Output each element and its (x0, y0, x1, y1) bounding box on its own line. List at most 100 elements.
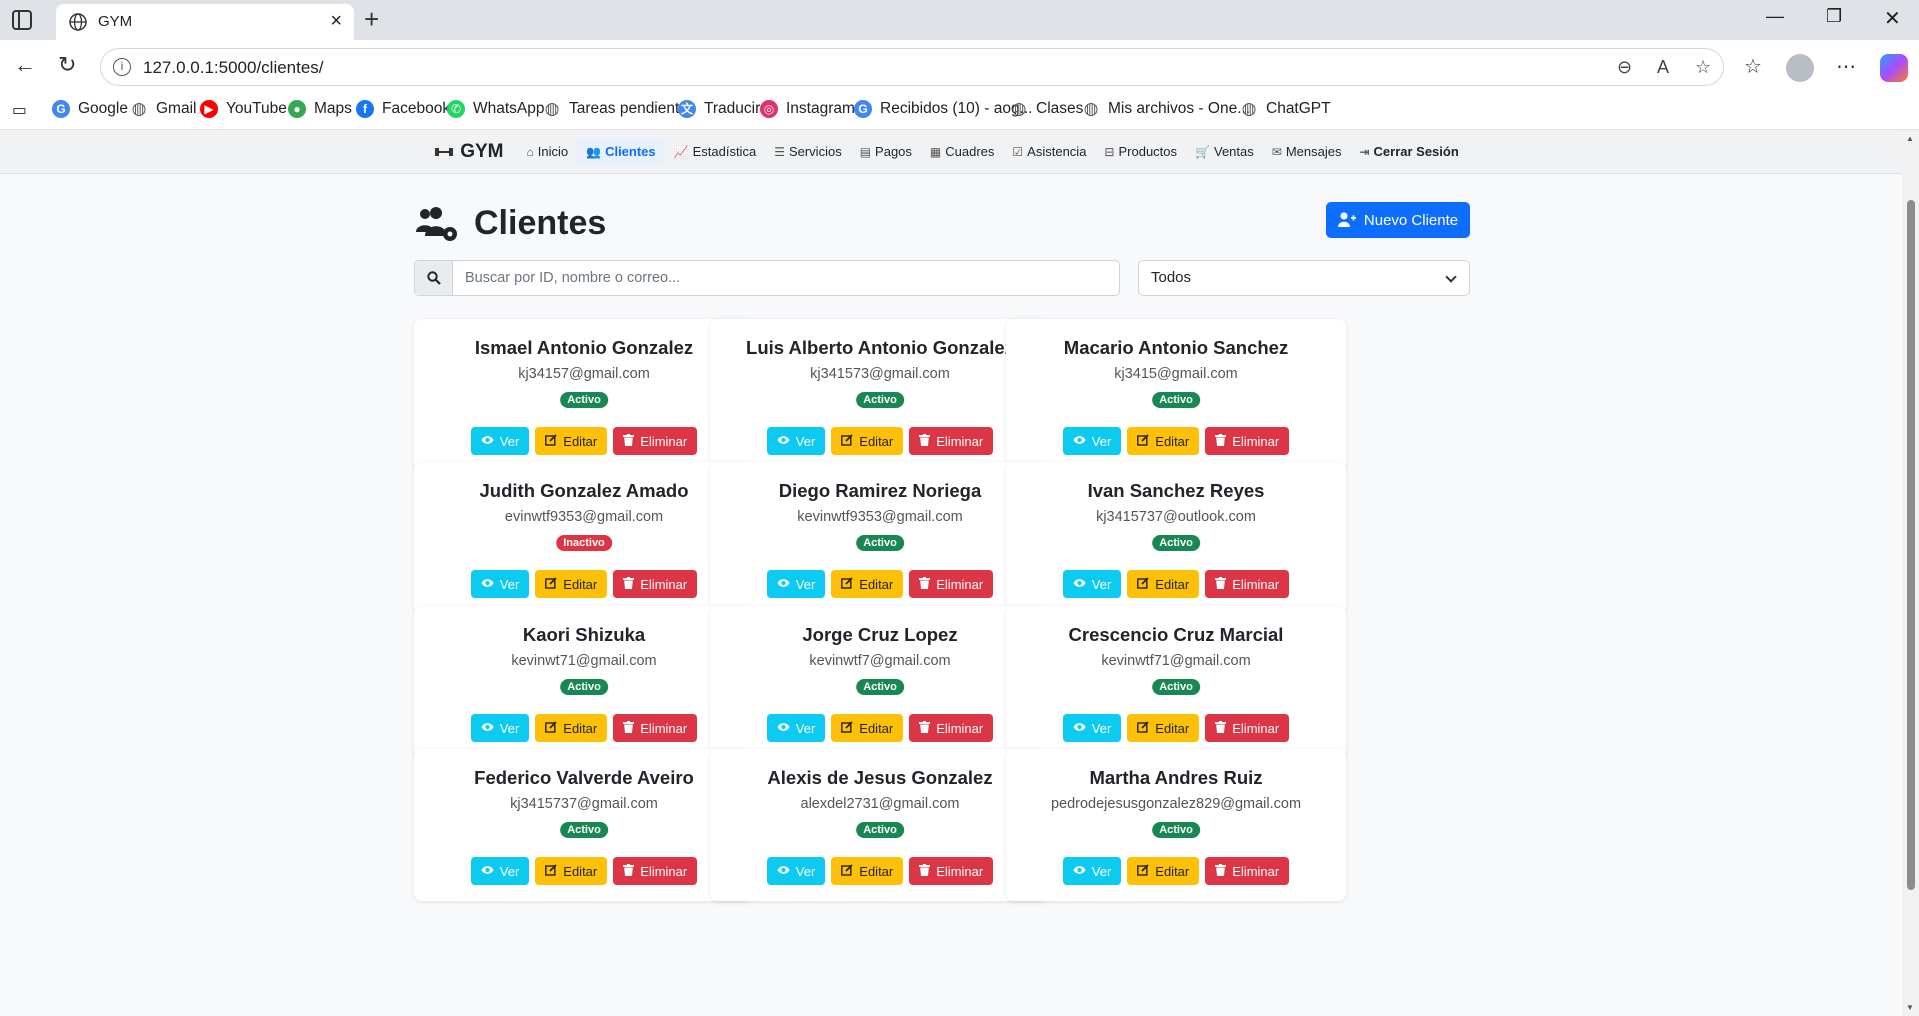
edit-button[interactable]: Editar (1127, 857, 1200, 885)
bookmark-item[interactable]: ▶ YouTube (200, 100, 287, 118)
status-filter-select[interactable]: Todos (1138, 260, 1470, 296)
bookmark-item[interactable]: ◍ ChatGPT (1240, 100, 1331, 118)
zoom-out-icon[interactable]: ⊖ (1617, 57, 1632, 78)
client-card: Macario Antonio Sanchez kj3415@gmail.com A… (1006, 319, 1346, 471)
pencil-square-icon (545, 863, 557, 879)
view-button[interactable]: Ver (470, 570, 530, 598)
bookmark-label: Gmail (156, 100, 197, 117)
client-email: kevinwtf9353@gmail.com (797, 509, 963, 525)
users-gear-icon (416, 206, 457, 241)
scrollbar-thumb[interactable] (1907, 200, 1915, 890)
delete-button[interactable]: Eliminar (909, 857, 994, 885)
page-header: Clientes (414, 204, 606, 243)
bookmark-item[interactable]: 文 Traducir (678, 100, 760, 118)
nav-pagos[interactable]: ▤ Pagos (851, 138, 921, 165)
view-button[interactable]: Ver (766, 714, 826, 742)
delete-button[interactable]: Eliminar (909, 714, 994, 742)
browser-tab[interactable]: GYM × (56, 4, 354, 40)
edit-button[interactable]: Editar (1127, 570, 1200, 598)
new-client-button[interactable]: Nuevo Cliente (1326, 202, 1470, 238)
view-button[interactable]: Ver (470, 427, 530, 455)
bookmark-item[interactable]: ◍ Clases (1010, 100, 1084, 118)
edit-button[interactable]: Editar (535, 570, 608, 598)
bookmark-item[interactable]: ● Maps (288, 100, 352, 118)
view-button[interactable]: Ver (1062, 714, 1122, 742)
view-button[interactable]: Ver (1062, 570, 1122, 598)
brand[interactable]: GYM (434, 141, 504, 163)
close-window-icon[interactable]: ✕ (1884, 6, 1901, 31)
restore-icon[interactable]: ❐ (1826, 6, 1842, 27)
read-aloud-icon[interactable]: A (1657, 57, 1669, 78)
bookmark-label: Traducir (704, 100, 761, 117)
nav-mensajes[interactable]: ✉ Mensajes (1263, 138, 1351, 165)
delete-button[interactable]: Eliminar (909, 427, 994, 455)
minimize-icon[interactable]: — (1766, 6, 1784, 27)
edit-button[interactable]: Editar (535, 427, 608, 455)
site-info-icon[interactable]: i (113, 58, 131, 76)
tab-actions-icon[interactable] (12, 10, 32, 30)
reload-icon[interactable]: ↻ (58, 52, 76, 78)
nav-inicio[interactable]: ⌂ Inicio (518, 138, 578, 165)
view-button[interactable]: Ver (766, 427, 826, 455)
nav-cerrar-sesión[interactable]: ⇥ Cerrar Sesión (1350, 138, 1467, 165)
favorite-star-icon[interactable]: ☆ (1695, 57, 1711, 78)
bookmark-item[interactable]: f Facebook (356, 100, 450, 118)
delete-button[interactable]: Eliminar (613, 427, 698, 455)
bookmark-item[interactable]: ◍ Tareas pendientes (543, 100, 696, 118)
nav-ventas[interactable]: 🛒 Ventas (1186, 138, 1263, 165)
profile-avatar[interactable] (1786, 54, 1814, 82)
search-input[interactable] (453, 261, 1119, 295)
nav-servicios[interactable]: ☰ Servicios (765, 138, 851, 165)
delete-button[interactable]: Eliminar (1205, 427, 1290, 455)
nav-productos[interactable]: ⊟ Productos (1095, 138, 1186, 165)
bookmark-item[interactable]: ◍ Gmail (130, 100, 197, 118)
nav-label: Inicio (537, 144, 569, 159)
back-icon[interactable]: ← (14, 52, 36, 78)
reading-list-icon[interactable]: ▭ (12, 101, 27, 120)
new-tab-icon[interactable]: + (364, 4, 379, 35)
edit-button[interactable]: Editar (1127, 714, 1200, 742)
delete-button[interactable]: Eliminar (613, 714, 698, 742)
delete-button[interactable]: Eliminar (1205, 857, 1290, 885)
edit-button[interactable]: Editar (831, 570, 904, 598)
bookmark-item[interactable]: ◍ Mis archivos - One... (1082, 100, 1251, 118)
view-button[interactable]: Ver (1062, 427, 1122, 455)
bookmark-item[interactable]: ◎ Instagram (760, 100, 855, 118)
scroll-up-icon[interactable]: ▲ (1906, 134, 1914, 143)
edit-button[interactable]: Editar (1127, 427, 1200, 455)
view-button[interactable]: Ver (766, 570, 826, 598)
favorites-icon[interactable]: ☆ (1744, 54, 1762, 79)
delete-button[interactable]: Eliminar (613, 570, 698, 598)
eye-icon (1073, 721, 1086, 735)
delete-button[interactable]: Eliminar (613, 857, 698, 885)
bookmark-item[interactable]: ✆ WhatsApp (447, 100, 545, 118)
edit-button[interactable]: Editar (535, 714, 608, 742)
status-badge: Inactivo (556, 535, 612, 551)
nav-asistencia[interactable]: ☑ Asistencia (1003, 138, 1095, 165)
view-button[interactable]: Ver (470, 857, 530, 885)
bookmark-item[interactable]: G Google (52, 100, 128, 118)
delete-button[interactable]: Eliminar (909, 570, 994, 598)
globe-icon: ◍ (1241, 99, 1257, 118)
view-button[interactable]: Ver (766, 857, 826, 885)
copilot-icon[interactable] (1880, 54, 1908, 82)
url-text[interactable]: 127.0.0.1:5000/clientes/ (143, 58, 324, 78)
bookmark-item[interactable]: G Recibidos (10) - aog... (854, 100, 1033, 118)
view-button[interactable]: Ver (470, 714, 530, 742)
more-menu-icon[interactable]: ⋯ (1836, 54, 1856, 79)
page-scrollbar[interactable]: ▲ ▼ (1902, 130, 1919, 1016)
delete-button[interactable]: Eliminar (1205, 714, 1290, 742)
nav-clientes[interactable]: 👥 Clientes (577, 138, 665, 165)
delete-button[interactable]: Eliminar (1205, 570, 1290, 598)
edit-button[interactable]: Editar (831, 427, 904, 455)
close-tab-icon[interactable]: × (330, 10, 342, 33)
nav-cuadres[interactable]: ▦ Cuadres (921, 138, 1003, 165)
edit-button[interactable]: Editar (831, 857, 904, 885)
view-button[interactable]: Ver (1062, 857, 1122, 885)
nav-estadística[interactable]: 📈 Estadística (665, 138, 766, 165)
scroll-down-icon[interactable]: ▼ (1906, 1003, 1914, 1012)
edit-button[interactable]: Editar (535, 857, 608, 885)
url-field[interactable]: i 127.0.0.1:5000/clientes/ ⊖ A ☆ (100, 48, 1724, 86)
edit-button[interactable]: Editar (831, 714, 904, 742)
clients-panel: Clientes Nuevo Cliente Todos Ismael Anto… (392, 178, 1492, 1016)
